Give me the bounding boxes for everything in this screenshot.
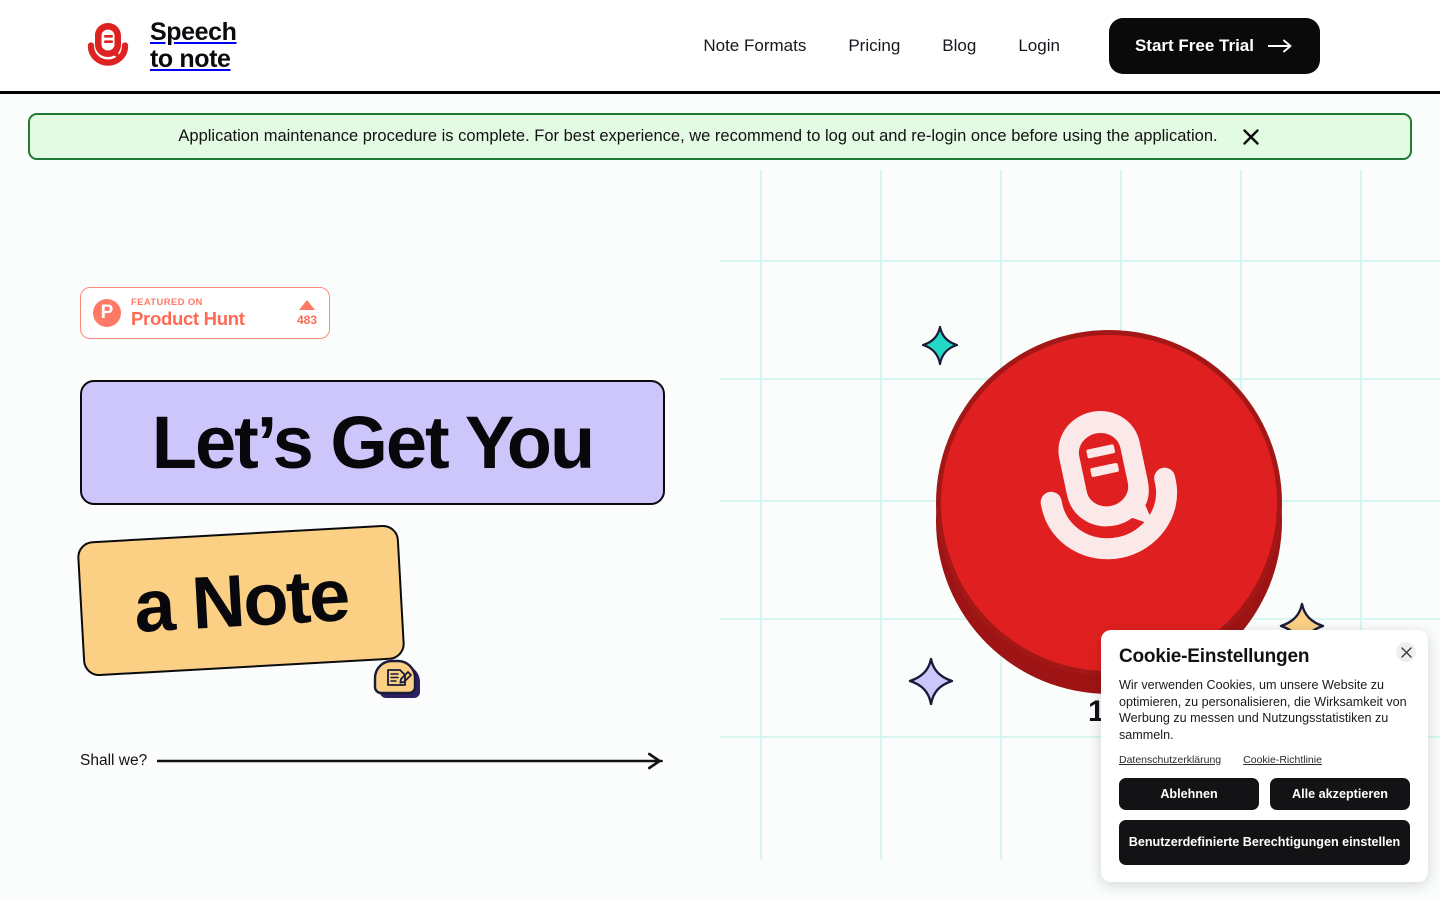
cookie-custom-permissions-button[interactable]: Benutzerdefinierte Berechtigungen einste…	[1119, 819, 1410, 865]
logo-link[interactable]: Speech to note	[80, 18, 237, 74]
speech-to-note-logo-icon	[87, 22, 129, 66]
page-root: Speech to note Note Formats Pricing Blog…	[0, 0, 1440, 900]
headline-line-2-wrap: a Note	[76, 524, 420, 698]
nav-item-blog[interactable]: Blog	[921, 36, 997, 56]
sparkle-star-purple-icon	[908, 657, 954, 706]
maintenance-banner-text: Application maintenance procedure is com…	[178, 127, 1218, 145]
maintenance-banner: Application maintenance procedure is com…	[28, 113, 1412, 160]
triangle-up-icon	[298, 300, 315, 310]
cookie-dialog-body: Wir verwenden Cookies, um unsere Website…	[1119, 678, 1407, 743]
start-free-trial-label: Start Free Trial	[1134, 35, 1254, 55]
cookie-dialog-primary-buttons: Ablehnen Alle akzeptieren	[1119, 777, 1410, 810]
nav-item-login[interactable]: Login	[997, 36, 1081, 56]
product-hunt-votes: 483	[297, 300, 317, 326]
banner-close-button[interactable]	[1240, 126, 1262, 148]
nav-item-note-formats[interactable]: Note Formats	[682, 36, 827, 56]
headline-line-1: Let’s Get You	[80, 380, 665, 505]
cookie-dialog-close-button[interactable]	[1396, 642, 1416, 662]
note-and-pen-sticker-icon	[373, 659, 420, 698]
cookie-policy-link[interactable]: Cookie-Richtlinie	[1243, 754, 1322, 766]
logo-text: Speech to note	[150, 17, 237, 73]
logo-text-line2: to note	[150, 44, 231, 73]
cookie-decline-button[interactable]: Ablehnen	[1119, 777, 1259, 810]
headline-line-2-text: a Note	[131, 553, 351, 648]
shall-we-label: Shall we?	[80, 752, 148, 769]
headline-line-1-text: Let’s Get You	[151, 401, 595, 484]
privacy-policy-link[interactable]: Datenschutzerklärung	[1119, 754, 1221, 766]
product-hunt-name: Product Hunt	[131, 308, 245, 329]
nav-item-pricing[interactable]: Pricing	[827, 36, 921, 56]
logo-text-line1: Speech	[150, 17, 237, 46]
main-nav: Note Formats Pricing Blog Login Start Fr…	[682, 17, 1320, 74]
product-hunt-badge[interactable]: P FEATURED ON Product Hunt 483	[80, 287, 330, 339]
long-arrow-right-icon	[157, 752, 670, 770]
cookie-settings-dialog: Cookie-Einstellungen Wir verwenden Cooki…	[1101, 630, 1428, 882]
product-hunt-vote-count: 483	[296, 313, 317, 327]
close-icon	[1400, 646, 1412, 658]
product-hunt-text: FEATURED ON Product Hunt	[131, 296, 245, 329]
shall-we-cta[interactable]: Shall we?	[80, 748, 670, 774]
cookie-accept-all-button[interactable]: Alle akzeptieren	[1270, 777, 1410, 810]
arrow-right-icon	[1268, 39, 1292, 52]
close-icon	[1242, 128, 1259, 145]
start-free-trial-button[interactable]: Start Free Trial	[1108, 17, 1320, 74]
product-hunt-featured-label: FEATURED ON	[131, 296, 203, 308]
cookie-dialog-links: Datenschutzerklärung Cookie-Richtlinie	[1119, 754, 1410, 766]
product-hunt-icon: P	[93, 299, 121, 327]
site-header: Speech to note Note Formats Pricing Blog…	[0, 0, 1440, 94]
cookie-dialog-title: Cookie-Einstellungen	[1119, 646, 1310, 667]
headline-line-2: a Note	[76, 524, 406, 677]
speech-to-note-mark-icon	[1040, 411, 1178, 560]
